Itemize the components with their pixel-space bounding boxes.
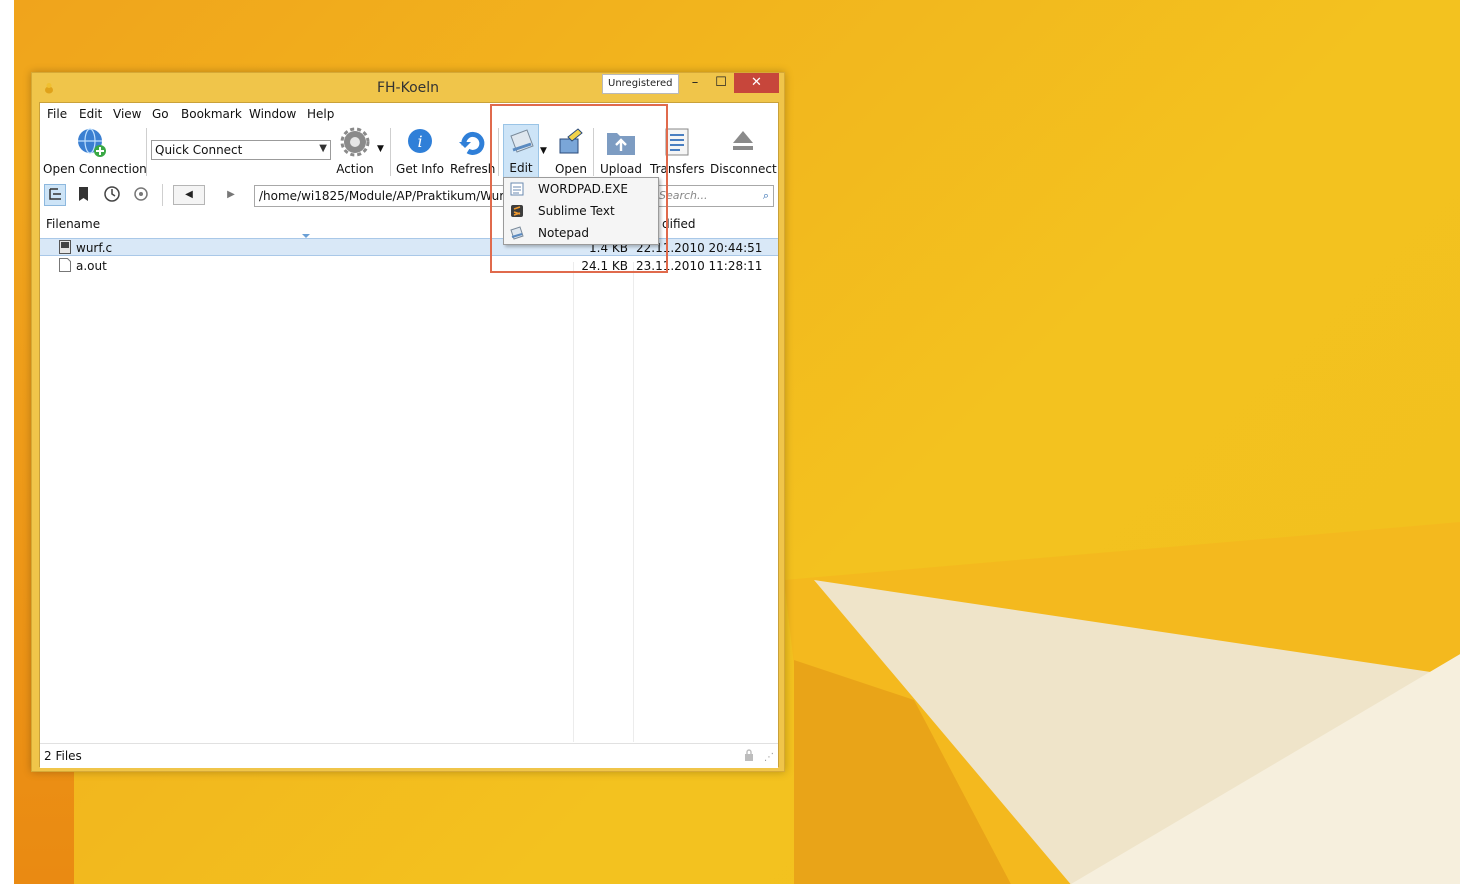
- transfers-label: Transfers: [650, 162, 705, 176]
- search-input[interactable]: Search... ⌕: [654, 185, 774, 207]
- quick-connect-value: Quick Connect: [155, 143, 243, 157]
- upload-folder-icon: [607, 133, 635, 155]
- globe-icon: [78, 128, 106, 157]
- gear-icon: [340, 127, 370, 157]
- menu-window[interactable]: Window: [249, 107, 296, 121]
- menu-item-label: WORDPAD.EXE: [538, 182, 629, 196]
- bonjour-view-toggle[interactable]: [131, 184, 153, 206]
- close-button[interactable]: ✕: [734, 73, 779, 93]
- menu-item-wordpad[interactable]: WORDPAD.EXE: [504, 178, 658, 200]
- history-view-toggle[interactable]: [102, 184, 124, 206]
- action-button[interactable]: Action: [336, 124, 374, 178]
- get-info-label: Get Info: [396, 162, 444, 176]
- menu-item-sublime-text[interactable]: Sublime Text: [504, 200, 658, 222]
- menu-go[interactable]: Go: [152, 107, 169, 121]
- open-label: Open: [554, 162, 588, 176]
- back-button[interactable]: ◀: [173, 185, 205, 205]
- bookmark-icon: [79, 187, 88, 201]
- toolbar-separator: [390, 128, 391, 176]
- column-divider: [573, 262, 574, 742]
- edit-label: Edit: [509, 161, 533, 175]
- menu-item-label: Notepad: [538, 226, 589, 240]
- sublime-text-icon: [511, 205, 523, 217]
- app-window: FH-Koeln Unregistered – ☐ ✕ File Edit Vi…: [31, 72, 785, 772]
- lock-icon: [745, 749, 753, 761]
- menu-view[interactable]: View: [113, 107, 141, 121]
- clock-icon: [104, 186, 120, 202]
- table-row[interactable]: wurf.c 1.4 KB 22.11.2010 20:44:51: [40, 238, 778, 256]
- toolbar-separator: [162, 184, 163, 206]
- forward-button[interactable]: ▶: [215, 185, 247, 205]
- info-icon: i: [408, 129, 432, 153]
- wordpad-icon: [510, 182, 524, 196]
- table-row[interactable]: a.out 24.1 KB 23.11.2010 11:28:11: [40, 257, 778, 275]
- menu-item-notepad[interactable]: Notepad: [504, 222, 658, 244]
- menu-help[interactable]: Help: [307, 107, 334, 121]
- quick-connect-dropdown[interactable]: Quick Connect ▼: [151, 140, 331, 160]
- network-icon: [134, 187, 148, 201]
- maximize-button[interactable]: ☐: [706, 73, 736, 93]
- generic-file-icon: [59, 258, 71, 272]
- file-name: wurf.c: [76, 241, 113, 255]
- edit-button[interactable]: Edit: [503, 124, 539, 178]
- svg-text:i: i: [417, 132, 422, 151]
- edit-with-menu: WORDPAD.EXE Sublime Text Notepad: [503, 177, 659, 245]
- search-placeholder: Search...: [659, 189, 708, 202]
- resize-grip-icon[interactable]: ⋰: [764, 752, 774, 763]
- toolbar-separator: [498, 128, 499, 176]
- menu-bar: File Edit View Go Bookmark Window Help: [40, 103, 778, 124]
- status-text: 2 Files: [44, 749, 82, 763]
- window-client: File Edit View Go Bookmark Window Help O…: [39, 102, 779, 768]
- open-connection-button[interactable]: Open Connection: [43, 124, 147, 178]
- column-divider: [633, 262, 634, 742]
- menu-edit[interactable]: Edit: [79, 107, 102, 121]
- tree-view-icon: [49, 188, 61, 200]
- toolbar-separator: [146, 128, 147, 176]
- title-bar[interactable]: FH-Koeln Unregistered – ☐ ✕: [32, 73, 784, 103]
- action-label: Action: [336, 162, 374, 176]
- transfers-list-icon: [665, 128, 689, 156]
- refresh-label: Refresh: [450, 162, 496, 176]
- get-info-button[interactable]: i Get Info: [396, 124, 444, 178]
- eject-icon: [733, 131, 753, 150]
- disconnect-label: Disconnect: [710, 162, 777, 176]
- open-connection-label: Open Connection: [43, 162, 147, 176]
- notepad-icon: [510, 226, 524, 240]
- browser-view-toggle[interactable]: [44, 184, 66, 206]
- action-dropdown-arrow-icon[interactable]: ▼: [377, 144, 384, 154]
- menu-file[interactable]: File: [47, 107, 67, 121]
- disconnect-button[interactable]: Disconnect: [710, 124, 777, 178]
- column-header-filename[interactable]: Filename: [46, 217, 100, 231]
- menu-bookmark[interactable]: Bookmark: [181, 107, 242, 121]
- notepad-icon: [510, 129, 534, 153]
- file-name: a.out: [76, 259, 107, 273]
- file-modified: 23.11.2010 11:28:11: [636, 259, 763, 273]
- transfers-button[interactable]: Transfers: [650, 124, 705, 178]
- open-icon: [559, 128, 583, 154]
- navigation-bar: ◀ ▶ /home/wi1825/Module/AP/Praktikum/Wur…: [40, 180, 778, 210]
- unregistered-badge[interactable]: Unregistered: [602, 74, 679, 94]
- upload-button[interactable]: Upload: [598, 124, 644, 178]
- toolbar: Open Connection Quick Connect ▼ Action ▼: [40, 124, 778, 180]
- upload-label: Upload: [599, 162, 643, 176]
- status-bar: 2 Files ⋰: [40, 743, 778, 768]
- file-size: 24.1 KB: [581, 259, 628, 273]
- open-button[interactable]: Open: [552, 124, 590, 178]
- column-header-modified[interactable]: dified: [662, 217, 696, 231]
- toolbar-separator: [593, 128, 594, 176]
- file-list: Filename dified wurf.c 1.4 KB 22.11.2010…: [40, 210, 778, 742]
- menu-item-label: Sublime Text: [538, 204, 615, 218]
- refresh-icon: [459, 131, 485, 155]
- refresh-button[interactable]: Refresh: [450, 124, 496, 178]
- chevron-down-icon: ▼: [319, 143, 327, 154]
- bookmarks-view-toggle[interactable]: [73, 184, 95, 206]
- edit-dropdown-arrow-icon[interactable]: ▼: [540, 146, 547, 156]
- search-icon: ⌕: [762, 189, 769, 202]
- c-source-file-icon: [59, 240, 71, 254]
